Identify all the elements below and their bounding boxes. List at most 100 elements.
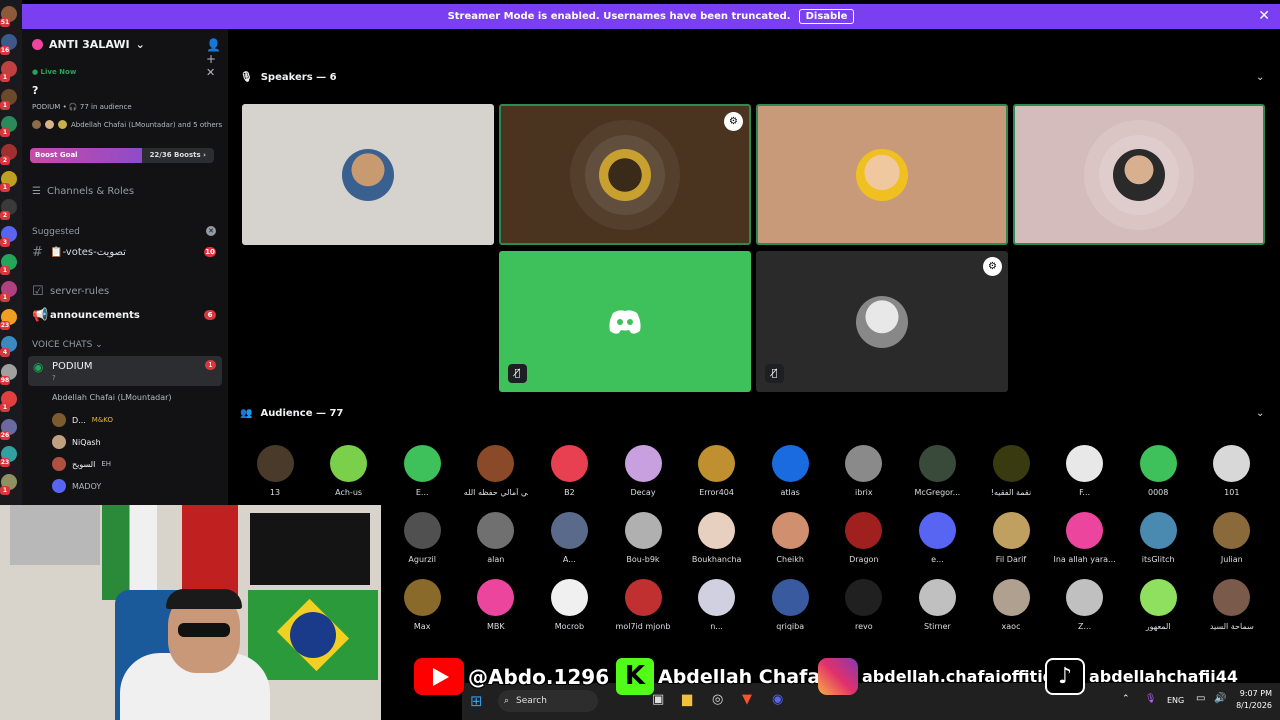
audience-member[interactable]: atlas — [758, 445, 822, 497]
voice-user[interactable]: NiQash — [52, 435, 101, 449]
channel-votes[interactable]: # 📋-votes-تصويت — [32, 245, 126, 260]
speaker-tile[interactable] — [242, 104, 494, 245]
tray-chevron-icon[interactable]: ⌃ — [1122, 694, 1130, 704]
audience-member[interactable]: سماحة السيد — [1200, 579, 1264, 631]
avatar — [845, 445, 883, 482]
avatar — [771, 512, 809, 549]
channels-roles-link[interactable]: ☰ Channels & Roles — [32, 186, 134, 197]
speakers-header[interactable]: 🎙 Speakers — 6 — [240, 72, 337, 83]
speaker-tile[interactable]: ⚙ — [499, 104, 751, 245]
audience-member[interactable]: 13 — [243, 445, 307, 497]
audience-member[interactable]: mol7id mjonb — [611, 579, 675, 631]
audience-member[interactable]: qriqiba — [758, 579, 822, 631]
avatar — [845, 512, 883, 549]
audience-member[interactable]: xaoc — [979, 579, 1043, 631]
language-indicator[interactable]: ENG — [1167, 696, 1184, 705]
audience-member[interactable]: A... — [537, 512, 601, 564]
disable-button[interactable]: Disable — [798, 9, 855, 24]
audience-member[interactable]: Bou-b9k — [611, 512, 675, 564]
audience-member[interactable]: Cheikh — [758, 512, 822, 564]
audience-member[interactable]: Error404 — [685, 445, 749, 497]
tiktok-handle: abdellahchafii44 — [1089, 667, 1238, 686]
audience-member[interactable]: !نقمة الفقيه — [979, 445, 1043, 497]
audience-member[interactable]: Z... — [1053, 579, 1117, 631]
audience-member[interactable]: F... — [1053, 445, 1117, 497]
voice-chats-header[interactable]: VOICE CHATS ⌄ — [32, 340, 103, 350]
server-badge: 1 — [0, 128, 10, 137]
flag-algeria — [102, 505, 157, 600]
unread-badge: 1 — [205, 360, 216, 370]
channel-server-rules[interactable]: ☑ server-rules — [32, 284, 109, 299]
muted-mic-icon: 🎙̸ — [508, 364, 527, 383]
server-badge: 1 — [0, 100, 10, 110]
clock-date: 8/1/2026 — [1236, 701, 1272, 710]
invite-user-icon[interactable]: 👤+ — [206, 38, 228, 66]
audience-member[interactable]: Stirner — [905, 579, 969, 631]
close-icon[interactable]: ✕ — [206, 66, 215, 79]
list-icon: ☰ — [32, 186, 41, 197]
audience-header[interactable]: 👥 Audience — 77 — [240, 408, 343, 419]
voice-user[interactable]: D... M&KO — [52, 413, 113, 427]
channel-podium[interactable]: ◉ PODIUM ? 1 — [28, 356, 222, 386]
voice-user[interactable]: السويح EH — [52, 457, 111, 471]
server-badge: 16 — [0, 45, 10, 55]
voice-user[interactable]: MADOY — [52, 479, 101, 493]
audience-member[interactable]: E... — [390, 445, 454, 497]
youtube-icon — [414, 658, 464, 695]
audience-member[interactable]: e... — [905, 512, 969, 564]
audience-member[interactable]: revo — [832, 579, 896, 631]
audience-member[interactable]: المعهور — [1126, 579, 1190, 631]
channel-announcements[interactable]: 📢 announcements — [32, 308, 140, 323]
audience-member[interactable]: 0008 — [1126, 445, 1190, 497]
audience-member[interactable]: MBK — [464, 579, 528, 631]
avatar — [992, 579, 1030, 616]
speaker-tile[interactable]: ⚙ 🎙̸ — [756, 251, 1008, 392]
avatar — [342, 148, 394, 201]
hash-icon: # — [32, 245, 43, 260]
flag-globe — [290, 612, 336, 658]
audience-member[interactable]: Decay — [611, 445, 675, 497]
close-icon[interactable]: ✕ — [1258, 8, 1270, 24]
audience-name: B2 — [564, 488, 575, 497]
audience-member[interactable]: n... — [685, 579, 749, 631]
audience-member[interactable]: alan — [464, 512, 528, 564]
speaker-tile[interactable]: 🎙̸ — [499, 251, 751, 392]
server-header[interactable]: ANTI 3ALAWI ⌄ — [32, 38, 145, 51]
stage-main: 🎙 Speakers — 6 ⌄ ⚙ 🎙̸ ⚙ 🎙̸ 👥 Audience — … — [228, 29, 1280, 720]
chevron-down-icon[interactable]: ⌄ — [1256, 408, 1264, 419]
audience-member[interactable]: Julian — [1200, 512, 1264, 564]
avatar — [52, 435, 66, 449]
audience-member[interactable]: Mocrob — [537, 579, 601, 631]
tiktok-icon: ♪ — [1045, 658, 1085, 695]
avatar — [624, 579, 662, 616]
boost-goal-bar[interactable]: Boost Goal 22/36 Boosts › — [30, 148, 214, 163]
avatar — [1213, 512, 1251, 549]
speaker-tile[interactable] — [756, 104, 1008, 245]
audience-member[interactable]: Fil Darif — [979, 512, 1043, 564]
audience-member[interactable]: علي آمالي حفظه الله... — [464, 445, 528, 497]
voice-user[interactable]: Abdellah Chafai (LMountadar) — [52, 393, 172, 402]
stage-participants[interactable]: Abdellah Chafai (LMountadar) and 5 other… — [32, 120, 222, 129]
audience-member[interactable]: Dragon — [832, 512, 896, 564]
chevron-down-icon[interactable]: ⌄ — [1256, 72, 1264, 83]
flag-morocco — [182, 505, 238, 600]
rules-icon: ☑ — [32, 284, 44, 299]
audience-member[interactable]: Agurzil — [390, 512, 454, 564]
audience-name: علي آمالي حفظه الله... — [463, 488, 528, 497]
audience-member[interactable]: itsGlitch — [1126, 512, 1190, 564]
audience-member[interactable]: B2 — [537, 445, 601, 497]
system-clock[interactable]: 9:07 PM 8/1/2026 — [1236, 688, 1272, 712]
kick-icon: K — [616, 658, 654, 695]
audience-member[interactable]: ibrix — [832, 445, 896, 497]
dismiss-icon[interactable]: ✕ — [206, 226, 216, 236]
audience-member[interactable]: Boukhancha — [685, 512, 749, 564]
audience-member[interactable]: 101 — [1200, 445, 1264, 497]
audience-member[interactable]: Ina allah yara... — [1053, 512, 1117, 564]
mic-icon[interactable]: 🎙 — [1145, 694, 1156, 704]
avatar — [1139, 445, 1177, 482]
server-badge: 1 — [0, 183, 10, 192]
audience-member[interactable]: Ach-us — [317, 445, 381, 497]
audience-member[interactable]: McGregor... — [905, 445, 969, 497]
audience-member[interactable]: Max — [390, 579, 454, 631]
speaker-tile[interactable] — [1013, 104, 1265, 245]
